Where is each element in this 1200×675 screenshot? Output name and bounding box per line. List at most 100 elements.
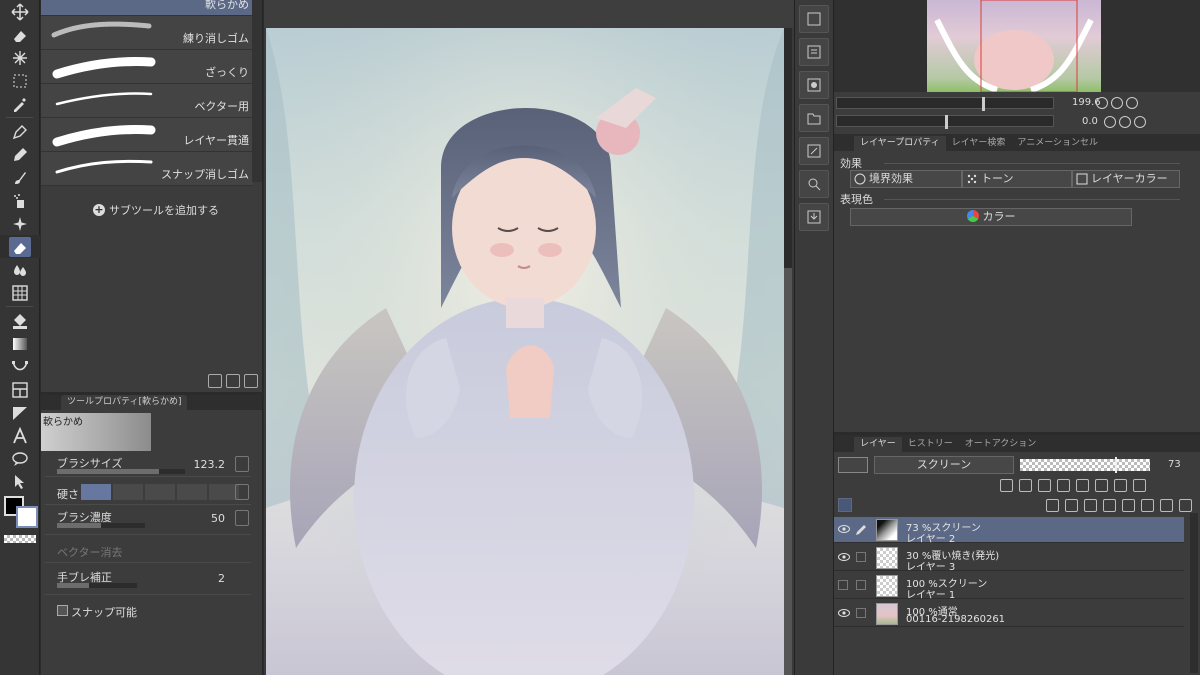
- lock-icon[interactable]: [1057, 479, 1070, 492]
- mask-icon[interactable]: [1095, 479, 1108, 492]
- transfer-down-icon[interactable]: [1103, 499, 1116, 512]
- subtool-item[interactable]: スナップ消しゴム: [41, 152, 253, 186]
- eraser-tool-top[interactable]: [0, 23, 40, 46]
- eye-icon[interactable]: [838, 608, 850, 618]
- lock-transparent-icon[interactable]: [1076, 479, 1089, 492]
- search-icon[interactable]: [799, 170, 829, 198]
- text-tool[interactable]: [0, 424, 40, 447]
- export-icon[interactable]: [799, 203, 829, 231]
- zoom-fit-icon[interactable]: [1126, 97, 1138, 109]
- hidden-eye-box[interactable]: [838, 580, 848, 590]
- frame-border-tool[interactable]: [0, 378, 40, 401]
- zoom-slider[interactable]: [836, 97, 1054, 111]
- tab-history[interactable]: ヒストリー: [902, 437, 959, 452]
- opacity-slider[interactable]: [1020, 457, 1150, 473]
- navigator-thumbnail[interactable]: [927, 0, 1101, 92]
- rotate-slider[interactable]: [836, 115, 1054, 129]
- merge-down-icon[interactable]: [1122, 499, 1135, 512]
- tab-tool-property[interactable]: ツールプロパティ[軟らかめ]: [61, 395, 188, 410]
- subtool-item[interactable]: 練り消しゴム: [41, 16, 253, 50]
- tab-animation-cel[interactable]: アニメーションセル: [1011, 136, 1104, 151]
- balloon-tool[interactable]: [0, 447, 40, 470]
- edit-icon[interactable]: [799, 137, 829, 165]
- layer-row[interactable]: 100 %通常 00116-2198260261: [834, 601, 1184, 627]
- blend-mode-select[interactable]: スクリーン: [874, 456, 1014, 474]
- rotate-right-icon[interactable]: [1119, 116, 1131, 128]
- brush-size-row[interactable]: ブラシサイズ 123.2: [45, 453, 251, 477]
- new-raster-layer-icon[interactable]: [1046, 499, 1059, 512]
- eyedropper-tool[interactable]: [0, 92, 40, 115]
- pen-tool[interactable]: [0, 120, 40, 143]
- magic-wand-tool[interactable]: [0, 46, 40, 69]
- mesh-transform-tool[interactable]: [0, 281, 40, 304]
- border-effect-button[interactable]: 境界効果: [850, 170, 962, 188]
- move-tool[interactable]: [0, 0, 40, 23]
- canvas-artwork[interactable]: [266, 28, 784, 675]
- tone-button[interactable]: トーン: [962, 170, 1072, 188]
- item-bank-icon[interactable]: [799, 38, 829, 66]
- decoration-tool[interactable]: [0, 212, 40, 235]
- expression-color-select[interactable]: カラー: [850, 208, 1132, 226]
- background-color[interactable]: [16, 506, 38, 528]
- trash-icon[interactable]: [244, 374, 258, 388]
- figure-tool[interactable]: [0, 355, 40, 378]
- pencil-tool[interactable]: [0, 143, 40, 166]
- snap-row[interactable]: スナップ可能: [45, 599, 251, 623]
- subtool-item[interactable]: 軟らかめ: [41, 0, 253, 16]
- rotate-reset-icon[interactable]: [1134, 116, 1146, 128]
- layer-row[interactable]: 73 %スクリーン レイヤー 2: [834, 517, 1184, 545]
- eye-icon[interactable]: [838, 552, 850, 562]
- vector-erase-row[interactable]: ベクター消去: [45, 539, 251, 563]
- canvas-scrollbar[interactable]: [784, 28, 792, 675]
- eraser-tool[interactable]: [0, 235, 40, 258]
- subtool-scrollbar[interactable]: [252, 0, 262, 182]
- canvas-area[interactable]: [264, 0, 794, 675]
- layer-lock-box[interactable]: [856, 580, 866, 590]
- zoom-in-icon[interactable]: [1111, 97, 1123, 109]
- correct-line-tool[interactable]: [0, 470, 40, 493]
- density-slider[interactable]: [57, 523, 145, 528]
- zoom-out-icon[interactable]: [1096, 97, 1108, 109]
- duplicate-icon[interactable]: [226, 374, 240, 388]
- apply-mask-icon[interactable]: [1160, 499, 1173, 512]
- layer-color-button[interactable]: レイヤーカラー: [1072, 170, 1180, 188]
- blend-tool[interactable]: [0, 258, 40, 281]
- material-icon[interactable]: [799, 71, 829, 99]
- density-row[interactable]: ブラシ濃度 50: [45, 507, 251, 535]
- stabilization-slider[interactable]: [57, 583, 137, 588]
- brush-size-slider[interactable]: [57, 469, 185, 474]
- chevron-right-icon[interactable]: [235, 484, 249, 500]
- pressure-settings-button[interactable]: [235, 456, 249, 472]
- tab-auto-action[interactable]: オートアクション: [959, 437, 1043, 452]
- subtool-item[interactable]: ベクター用: [41, 84, 253, 118]
- tab-layer-property[interactable]: レイヤープロパティ: [854, 136, 946, 151]
- layer-scrollbar[interactable]: [1190, 513, 1198, 673]
- ruler-layer-icon[interactable]: [1114, 479, 1127, 492]
- sub-view-icon[interactable]: [799, 5, 829, 33]
- tab-layer-search[interactable]: レイヤー検索: [946, 136, 1012, 151]
- hardness-row[interactable]: 硬さ: [45, 481, 251, 505]
- rotate-left-icon[interactable]: [1104, 116, 1116, 128]
- subtool-item[interactable]: レイヤー貫通: [41, 118, 253, 152]
- create-mask-icon[interactable]: [1141, 499, 1154, 512]
- gradient-tool[interactable]: [0, 332, 40, 355]
- draft-layer-icon[interactable]: [1038, 479, 1051, 492]
- density-settings-button[interactable]: [235, 510, 249, 526]
- clip-layer-icon[interactable]: [1000, 479, 1013, 492]
- fill-tool[interactable]: [0, 309, 40, 332]
- stabilization-row[interactable]: 手ブレ補正 2: [45, 567, 251, 595]
- new-folder-icon[interactable]: [1084, 499, 1097, 512]
- layer-panel-menu-icon[interactable]: [838, 498, 852, 512]
- layer-row[interactable]: 30 %覆い焼き(発光) レイヤー 3: [834, 545, 1184, 573]
- hardness-selector[interactable]: [81, 484, 239, 500]
- layer-color-swatch[interactable]: [838, 457, 868, 473]
- ruler-tool[interactable]: [0, 401, 40, 424]
- folder-icon[interactable]: [799, 104, 829, 132]
- layer-lock-box[interactable]: [856, 608, 866, 618]
- color-layer-icon[interactable]: [1133, 479, 1146, 492]
- tab-layer[interactable]: レイヤー: [854, 437, 902, 452]
- eye-icon[interactable]: [838, 524, 850, 534]
- new-vector-layer-icon[interactable]: [1065, 499, 1078, 512]
- selection-tool[interactable]: [0, 69, 40, 92]
- download-icon[interactable]: [208, 374, 222, 388]
